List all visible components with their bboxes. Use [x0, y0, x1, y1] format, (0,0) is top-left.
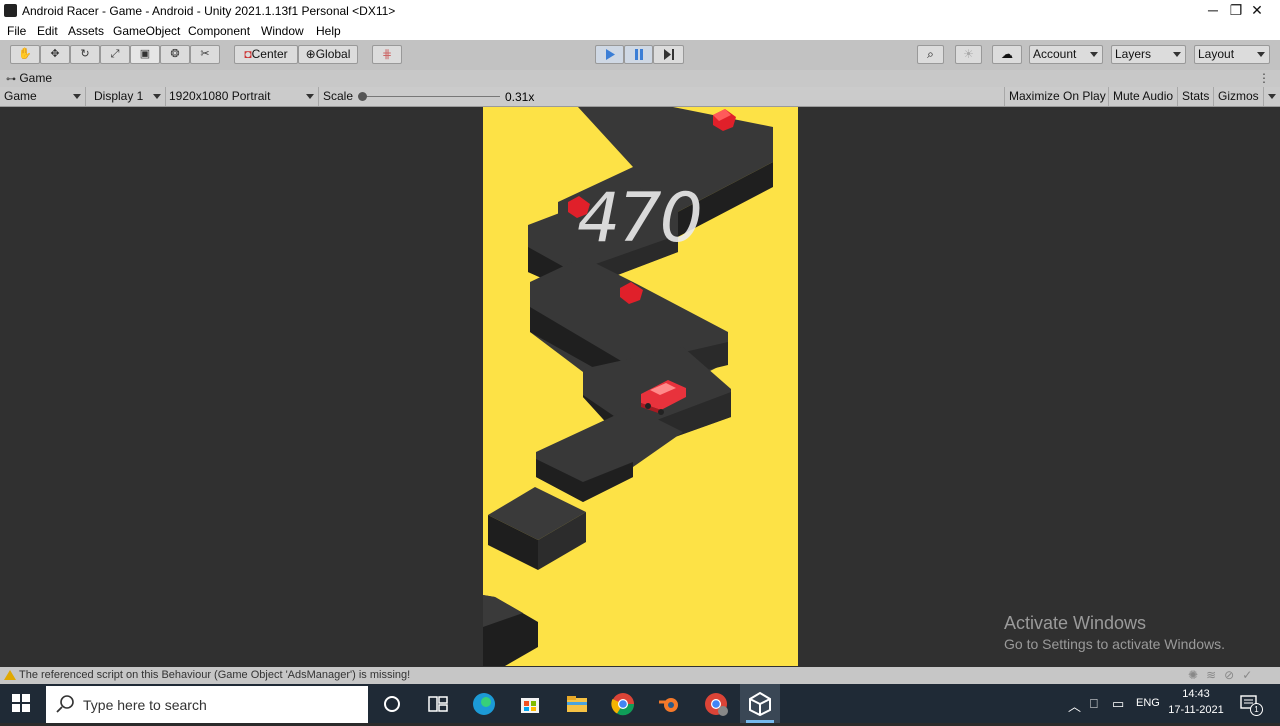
onedrive-icon[interactable]: ⎕ [1090, 696, 1098, 712]
close-button[interactable]: ✕ [1234, 0, 1280, 22]
game-toolbar: Game Display 1 1920x1080 Portrait Scale … [0, 87, 1280, 107]
status-bar: The referenced script on this Behaviour … [0, 667, 1280, 684]
chevron-down-icon [306, 94, 314, 99]
gamepad-icon: ⊶ [6, 74, 16, 85]
chrome-profile-icon[interactable] [702, 690, 730, 718]
chrome-icon[interactable] [609, 690, 637, 718]
menu-window[interactable]: Window [261, 24, 304, 38]
edge-browser-icon[interactable] [470, 690, 498, 718]
menu-bar: File Edit Assets GameObject Component Wi… [0, 22, 1280, 40]
globe-icon: ⊕ [305, 47, 316, 61]
chevron-down-icon [1173, 52, 1181, 57]
search-icon [56, 695, 74, 716]
pause-icon [634, 49, 643, 60]
layers-icon[interactable]: ≋ [1206, 668, 1224, 682]
chevron-down-icon [1090, 52, 1098, 57]
play-button[interactable] [595, 45, 624, 64]
rotate-tool-icon[interactable]: ↻ [70, 45, 100, 64]
gizmos-toggle[interactable]: Gizmos [1214, 87, 1264, 106]
task-view-icon[interactable] [424, 690, 452, 718]
tray-chevron-up-icon[interactable]: ︿ [1068, 696, 1081, 715]
more-options-icon[interactable]: ⋮ [1258, 71, 1270, 85]
collab-icon[interactable]: ☀ [955, 45, 982, 64]
search-icon[interactable]: ⌕ [917, 45, 944, 64]
layers-dropdown[interactable]: Layers [1111, 45, 1186, 64]
stats-toggle[interactable]: Stats [1178, 87, 1214, 106]
windows-start-icon[interactable] [12, 694, 32, 714]
game-screen[interactable]: 470 [483, 107, 798, 666]
clock-time: 14:43 [1182, 688, 1210, 700]
cortana-icon[interactable] [379, 690, 407, 718]
global-space-button[interactable]: ⊕Global [298, 45, 358, 64]
network-icon[interactable]: ▭ [1112, 696, 1124, 712]
notification-center-icon[interactable]: 1 [1240, 694, 1263, 716]
progress-icon[interactable]: ⊘ [1224, 668, 1242, 682]
tab-bar: ⊶ Game ⋮ [0, 70, 1280, 87]
chevron-down-icon [1268, 94, 1276, 99]
play-icon [605, 49, 615, 60]
pivot-center-button[interactable]: ◘Center [234, 45, 298, 64]
status-message[interactable]: The referenced script on this Behaviour … [19, 669, 410, 681]
blender-icon[interactable] [655, 690, 683, 718]
notification-badge: 1 [1250, 703, 1263, 716]
hand-tool-icon[interactable]: ✋ [10, 45, 40, 64]
scale-label: Scale [323, 89, 354, 103]
layout-dropdown[interactable]: Layout [1194, 45, 1270, 64]
status-icons: ✺≋⊘✓ [1188, 668, 1260, 682]
transform-tool-icon[interactable]: ❂ [160, 45, 190, 64]
language-indicator[interactable]: ENG [1136, 697, 1160, 709]
scale-value: 0.31x [505, 90, 535, 104]
unity-icon [746, 691, 774, 723]
watermark-subtitle: Go to Settings to activate Windows. [1004, 636, 1225, 652]
warning-icon [4, 670, 16, 680]
menu-component[interactable]: Component [188, 24, 250, 38]
taskbar-search-box[interactable]: Type here to search [46, 686, 368, 723]
snap-grid-icon[interactable]: ⋕ [372, 45, 402, 64]
score-label: 470 [577, 179, 703, 258]
taskbar-clock[interactable]: 14:43 17-11-2021 [1166, 686, 1226, 718]
step-icon [663, 49, 674, 60]
move-tool-icon[interactable]: ✥ [40, 45, 70, 64]
unity-taskbar-button[interactable] [740, 684, 780, 723]
check-icon[interactable]: ✓ [1242, 668, 1260, 682]
title-bar: Android Racer - Game - Android - Unity 2… [0, 0, 1280, 22]
scale-slider-thumb[interactable] [358, 92, 367, 101]
chevron-down-icon [73, 94, 81, 99]
activate-windows-watermark: Activate Windows Go to Settings to activ… [1004, 613, 1225, 652]
menu-help[interactable]: Help [316, 24, 341, 38]
menu-edit[interactable]: Edit [37, 24, 58, 38]
bug-icon[interactable]: ✺ [1188, 668, 1206, 682]
pause-button[interactable] [624, 45, 653, 64]
chevron-down-icon [1257, 52, 1265, 57]
mute-audio-toggle[interactable]: Mute Audio [1109, 87, 1178, 106]
maximize-on-play-toggle[interactable]: Maximize On Play [1004, 87, 1109, 106]
window-title: Android Racer - Game - Android - Unity 2… [22, 4, 396, 18]
resolution-dropdown[interactable]: 1920x1080 Portrait [165, 87, 319, 106]
watermark-title: Activate Windows [1004, 613, 1147, 633]
tab-game[interactable]: ⊶ Game [0, 70, 58, 87]
pivot-icon: ◘ [244, 47, 252, 61]
custom-tool-icon[interactable]: ✂ [190, 45, 220, 64]
clock-date: 17-11-2021 [1168, 704, 1224, 716]
file-explorer-icon[interactable] [563, 690, 591, 718]
search-placeholder: Type here to search [83, 697, 207, 713]
rect-tool-icon[interactable]: ▣ [130, 45, 160, 64]
unity-logo-icon [4, 4, 17, 17]
account-dropdown[interactable]: Account [1029, 45, 1103, 64]
store-icon[interactable] [516, 690, 544, 718]
menu-file[interactable]: File [7, 24, 26, 38]
main-toolbar: ✋ ✥ ↻ ⤢ ▣ ❂ ✂ ◘Center ⊕Global ⋕ ⌕ ☀ ☁ Ac… [0, 40, 1280, 71]
chevron-down-icon [153, 94, 161, 99]
cloud-icon[interactable]: ☁ [992, 45, 1022, 64]
step-button[interactable] [653, 45, 684, 64]
scale-tool-icon[interactable]: ⤢ [100, 45, 130, 64]
display-dropdown[interactable]: Display 1 [90, 87, 166, 106]
gizmos-dropdown[interactable] [1264, 87, 1280, 106]
menu-gameobject[interactable]: GameObject [113, 24, 180, 38]
menu-assets[interactable]: Assets [68, 24, 104, 38]
view-mode-dropdown[interactable]: Game [0, 87, 86, 106]
scale-slider-track[interactable] [363, 96, 500, 97]
